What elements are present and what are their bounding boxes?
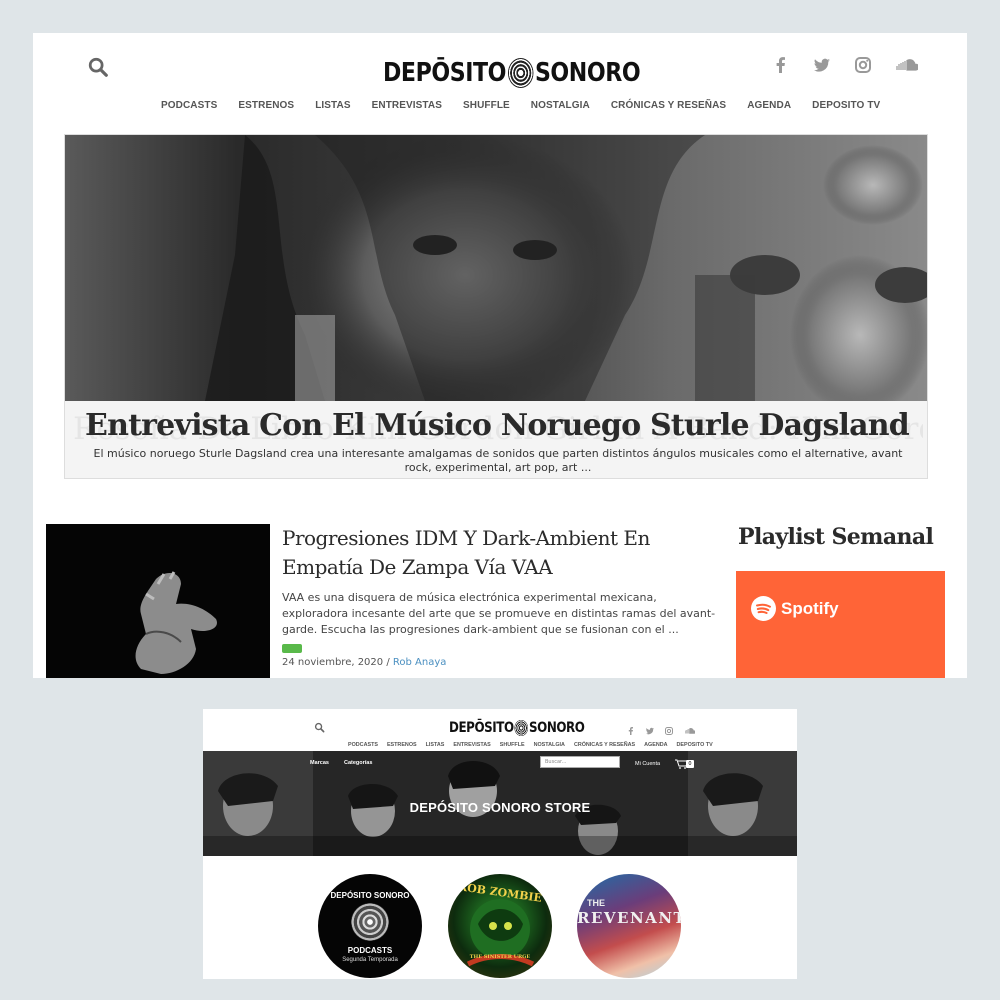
vinyl-disc-icon	[514, 720, 529, 736]
revenant-product[interactable]: THE REVENANT	[577, 874, 681, 978]
post-author-link[interactable]: Rob Anaya	[393, 657, 447, 668]
post-meta: 24 noviembre, 2020 / Rob Anaya	[282, 657, 446, 668]
nav-item-entrevistas[interactable]: ENTREVISTAS	[453, 742, 490, 748]
spotify-label: Spotify	[781, 598, 839, 618]
nav-item-agenda[interactable]: AGENDA	[644, 742, 667, 748]
instagram-icon[interactable]	[853, 55, 873, 75]
soundcloud-icon[interactable]	[683, 721, 696, 734]
category-tag[interactable]	[282, 644, 302, 653]
album-subtitle: THE SINISTER URGE	[469, 954, 531, 960]
twitter-icon[interactable]	[812, 55, 832, 75]
movie-title-prefix: THE	[587, 898, 605, 908]
logo-text-right: SONORO	[534, 58, 641, 88]
nav-item-agenda[interactable]: AGENDA	[747, 100, 791, 111]
site-logo[interactable]: DEPŌSITO SONORO	[449, 720, 585, 736]
nav-item-cronicas[interactable]: CRÓNICAS Y RESEÑAS	[574, 742, 635, 748]
nav-item-shuffle[interactable]: SHUFFLE	[463, 100, 510, 111]
rob-zombie-product[interactable]: ROB ZOMBIE THE SINISTER URGE	[448, 874, 552, 978]
post-excerpt: VAA es una disquera de música electrónic…	[282, 591, 716, 636]
nav-item-shuffle[interactable]: SHUFFLE	[500, 742, 525, 748]
post-date: 24 noviembre, 2020	[282, 657, 384, 668]
spotify-icon	[751, 596, 776, 621]
logo-text-right: SONORO	[528, 720, 585, 736]
social-links	[771, 55, 920, 75]
brands-menu[interactable]: Marcas	[310, 760, 329, 766]
spotify-playlist-widget[interactable]: Spotify	[736, 571, 945, 678]
hero-excerpt: El músico noruego Sturle Dagsland crea u…	[93, 447, 903, 474]
logo-text-left: DEPŌSITO	[449, 720, 514, 736]
categories-menu[interactable]: Categorías	[344, 760, 372, 766]
sidebar-heading: Playlist Semanal	[738, 524, 934, 550]
instagram-icon[interactable]	[664, 721, 674, 735]
site-logo[interactable]: DEPŌSITO SONORO	[383, 58, 641, 88]
hero-photo[interactable]	[65, 135, 928, 401]
social-links	[626, 721, 696, 735]
post-title[interactable]: Progresiones IDM Y Dark-Ambient En Empat…	[282, 524, 722, 582]
meta-separator: /	[383, 657, 393, 668]
store-banner: Marcas Categorías Buscar... Mi Cuenta 0 …	[203, 751, 797, 856]
vinyl-disc-icon	[507, 58, 534, 88]
homepage-screenshot: DEPŌSITO SONORO PODCASTS ESTRENOS LISTAS…	[33, 33, 967, 678]
nav-item-podcasts[interactable]: PODCASTS	[161, 100, 217, 111]
featured-slider[interactable]: Reseña De Libro Kim Gordon Girl In A Ban…	[64, 134, 928, 479]
twitter-icon[interactable]	[645, 721, 655, 735]
store-search-input[interactable]: Buscar...	[540, 756, 620, 768]
nav-item-estrenos[interactable]: ESTRENOS	[238, 100, 294, 111]
post-thumbnail[interactable]	[46, 524, 270, 678]
movie-title: REVENANT	[577, 909, 681, 927]
nav-item-entrevistas[interactable]: ENTREVISTAS	[372, 100, 442, 111]
nav-item-nostalgia[interactable]: NOSTALGIA	[534, 742, 565, 748]
nav-item-estrenos[interactable]: ESTRENOS	[387, 742, 417, 748]
podcasts-category[interactable]: DEPÓSITO SONORO PODCASTS Segunda Tempora…	[318, 874, 422, 978]
nav-item-deposito-tv[interactable]: DEPOSITO TV	[677, 742, 713, 748]
cart-count-badge: 0	[686, 760, 694, 768]
podcasts-label: PODCASTS	[347, 946, 393, 955]
podcasts-brand: DEPÓSITO SONORO	[330, 891, 410, 900]
main-nav: PODCASTS ESTRENOS LISTAS ENTREVISTAS SHU…	[348, 742, 713, 748]
nav-item-listas[interactable]: LISTAS	[315, 100, 350, 111]
vinyl-disc-icon	[351, 903, 389, 941]
search-icon[interactable]	[314, 722, 325, 733]
nav-item-listas[interactable]: LISTAS	[426, 742, 445, 748]
main-nav: PODCASTS ESTRENOS LISTAS ENTREVISTAS SHU…	[161, 100, 880, 111]
store-screenshot: DEPŌSITO SONORO PODCASTS ESTRENOS LISTAS…	[203, 709, 797, 979]
my-account-link[interactable]: Mi Cuenta	[635, 761, 660, 767]
facebook-icon[interactable]	[626, 721, 636, 735]
nav-item-deposito-tv[interactable]: DEPOSITO TV	[812, 100, 880, 111]
nav-item-cronicas[interactable]: CRÓNICAS Y RESEÑAS	[611, 100, 726, 111]
facebook-icon[interactable]	[771, 55, 791, 75]
post-card: Progresiones IDM Y Dark-Ambient En Empat…	[46, 524, 726, 678]
search-icon[interactable]	[87, 56, 109, 78]
logo-text-left: DEPŌSITO	[383, 58, 507, 88]
spotify-logo: Spotify	[751, 596, 839, 621]
nav-item-nostalgia[interactable]: NOSTALGIA	[531, 100, 590, 111]
podcasts-season: Segunda Temporada	[342, 957, 398, 963]
soundcloud-icon[interactable]	[894, 55, 920, 75]
hero-caption[interactable]: Reseña De Libro Kim Gordon Girl In A Ban…	[65, 401, 927, 478]
nav-item-podcasts[interactable]: PODCASTS	[348, 742, 378, 748]
store-title: DEPÓSITO SONORO STORE	[409, 800, 591, 815]
hero-title[interactable]: Entrevista Con El Músico Noruego Sturle …	[65, 408, 927, 443]
